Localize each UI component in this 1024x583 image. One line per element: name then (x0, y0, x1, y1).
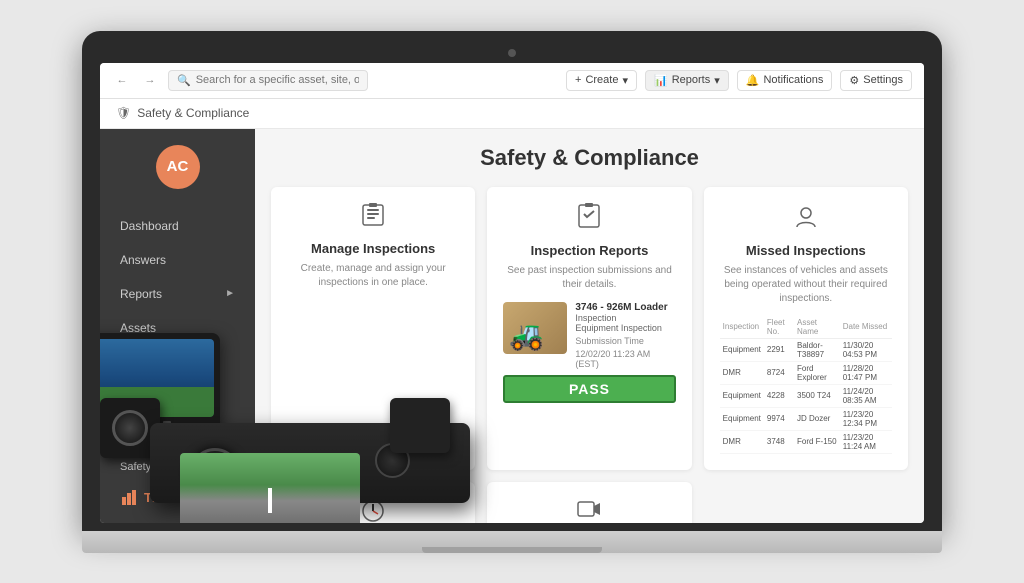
sidebar-item-sites[interactable]: Sites (100, 345, 255, 379)
gear-icon: ⚙ (849, 74, 859, 87)
nav-back-icon[interactable]: ← (112, 70, 132, 90)
inspection-type: Inspection (575, 313, 675, 323)
missed-inspections-icon (720, 203, 892, 235)
card-manage-inspections[interactable]: Manage Inspections Create, manage and as… (271, 187, 475, 470)
search-input[interactable] (196, 74, 359, 86)
missed-inspections-table: Inspection Fleet No. Asset Name Date Mis… (720, 316, 892, 454)
avatar[interactable]: AC (156, 145, 200, 189)
laptop-base (82, 531, 942, 553)
card-driver-scorecard[interactable]: Driver Scorecard See scorecards of drive… (271, 482, 475, 523)
bell-icon: 🔔 (746, 74, 760, 87)
sidebar-item-assets[interactable]: Assets (100, 311, 255, 345)
sidebar-nav: Dashboard Answers Reports ► Assets (100, 201, 255, 440)
tennacam-icon (503, 498, 675, 523)
table-row: Equipment2291Baldor-T3889711/30/20 04:53… (720, 338, 892, 361)
screen-bezel: ← → 🔍 + Create ▾ 📊 Reports ▾ (82, 31, 942, 531)
card-inspection-reports[interactable]: Inspection Reports See past inspection s… (487, 187, 691, 470)
tenna-logo: TENNA (116, 481, 239, 511)
inspection-preview: 3746 - 926M Loader Inspection Equipment … (503, 302, 675, 369)
chevron-down-icon: ▾ (714, 74, 720, 87)
inspection-reports-desc: See past inspection submissions and thei… (503, 264, 675, 292)
notifications-button[interactable]: 🔔 Notifications (737, 70, 833, 91)
manage-inspections-title: Manage Inspections (287, 241, 459, 256)
col-fleet: Fleet No. (764, 316, 794, 339)
chevron-right-icon: ► (225, 288, 235, 299)
card-tennacam[interactable]: TennaCAM 2.0 See all TennaCAM 2.0 safety… (487, 482, 691, 523)
cards-grid: Manage Inspections Create, manage and as… (271, 187, 908, 523)
laptop-camera (508, 49, 516, 57)
page-title: Safety & Compliance (271, 145, 908, 171)
laptop-screen: ← → 🔍 + Create ▾ 📊 Reports ▾ (100, 63, 924, 523)
sidebar-item-reports[interactable]: Reports ► (100, 277, 255, 311)
chevron-right-icon: ► (226, 462, 235, 472)
sidebar: AC Dashboard Answers Reports ► (100, 129, 255, 523)
inspection-submission-time: 12/02/20 11:23 AM (EST) (575, 349, 675, 369)
col-asset: Asset Name (794, 316, 840, 339)
main-area: AC Dashboard Answers Reports ► (100, 129, 924, 523)
card-missed-inspections[interactable]: Missed Inspections See instances of vehi… (704, 187, 908, 470)
create-icon: + (575, 74, 581, 86)
sidebar-avatar-container: AC (100, 129, 255, 201)
table-row: Equipment9974JD Dozer11/23/20 12:34 PM (720, 407, 892, 430)
tenna-logo-icon (120, 489, 138, 507)
chevron-down-icon: ▾ (622, 74, 628, 87)
reports-button[interactable]: 📊 Reports ▾ (645, 70, 729, 91)
table-row: Equipment42283500 T2411/24/20 08:35 AM (720, 384, 892, 407)
pass-badge: PASS (503, 375, 675, 403)
laptop-container: ← → 🔍 + Create ▾ 📊 Reports ▾ (82, 31, 942, 553)
col-inspection: Inspection (720, 316, 764, 339)
col-date: Date Missed (840, 316, 892, 339)
settings-button[interactable]: ⚙ Settings (840, 70, 912, 91)
manage-inspections-desc: Create, manage and assign your inspectio… (287, 262, 459, 290)
inspection-item-number: 3746 - 926M Loader (575, 302, 675, 313)
inspection-submission-label: Submission Time (575, 336, 675, 346)
sidebar-bottom: Safety & Compliance ► TENNA (100, 440, 255, 523)
main-content: Safety & Compliance (255, 129, 924, 523)
table-row: DMR8724Ford Explorer11/28/20 01:47 PM (720, 361, 892, 384)
shield-icon: 🛡 (116, 106, 131, 120)
breadcrumb-text: Safety & Compliance (137, 106, 249, 120)
inspection-reports-icon (503, 203, 675, 235)
inspection-thumbnail (503, 302, 567, 354)
sidebar-item-dashboard[interactable]: Dashboard (100, 209, 255, 243)
breadcrumb: 🛡 Safety & Compliance (100, 99, 924, 129)
table-row: DMR3748Ford F-15011/23/20 11:24 AM (720, 430, 892, 453)
search-bar-container[interactable]: 🔍 (168, 70, 368, 91)
missed-inspections-title: Missed Inspections (720, 243, 892, 258)
create-button[interactable]: + Create ▾ (566, 70, 637, 91)
scorecard-icon (287, 498, 459, 523)
top-nav: ← → 🔍 + Create ▾ 📊 Reports ▾ (100, 63, 924, 99)
search-icon: 🔍 (177, 74, 191, 87)
nav-forward-icon[interactable]: → (140, 70, 160, 90)
inspection-reports-title: Inspection Reports (503, 243, 675, 258)
inspection-details: 3746 - 926M Loader Inspection Equipment … (575, 302, 675, 369)
inspection-subtype: Equipment Inspection (575, 323, 675, 333)
reports-icon: 📊 (654, 74, 668, 87)
manage-inspections-icon (287, 203, 459, 233)
missed-inspections-desc: See instances of vehicles and assets bei… (720, 264, 892, 306)
sidebar-item-answers[interactable]: Answers (100, 243, 255, 277)
sidebar-item-safety-compliance[interactable]: Safety & Compliance ► (116, 453, 239, 481)
